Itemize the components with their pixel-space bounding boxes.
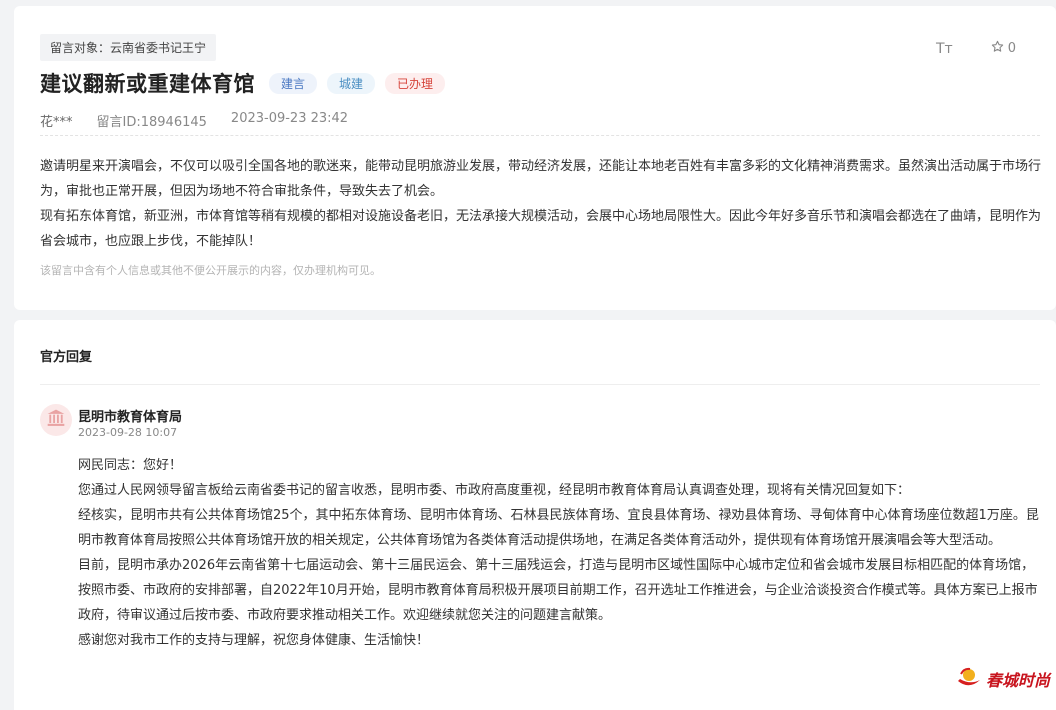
watermark: 春城时尚 [956, 666, 1050, 692]
watermark-text: 春城时尚 [985, 671, 1050, 690]
government-building-icon [46, 408, 66, 432]
favorite-button[interactable]: 0 [991, 40, 1016, 57]
message-title: 建议翻新或重建体育馆 [40, 72, 255, 96]
tag-suggestion[interactable]: 建言 [269, 72, 318, 94]
title-row: 建议翻新或重建体育馆 建言 城建 已办理 [40, 68, 446, 98]
reply-datetime: 2023-09-28 10:07 [78, 426, 178, 439]
sun-logo-icon [956, 666, 982, 692]
tag-urban-construction[interactable]: 城建 [327, 72, 376, 94]
reply-paragraph: 目前，昆明市承办2026年云南省第十七届运动会、第十三届民运会、第十三届残运会，… [78, 558, 1038, 623]
message-meta: 花*** 留言ID:18946145 2023-09-23 23:42 [40, 111, 348, 130]
reply-organization: 昆明市教育体育局 [78, 410, 183, 425]
reply-paragraph: 网民同志：您好！ [78, 458, 183, 473]
privacy-note: 该留言中含有个人信息或其他不便公开展示的内容，仅办理机构可见。 [40, 264, 381, 277]
status-badge: 已办理 [385, 72, 446, 94]
message-card: 留言对象：云南省委书记王宁 Tт 0 建议翻新或重建体育馆 建言 城建 已办理 … [14, 6, 1056, 310]
reply-heading: 官方回复 [40, 350, 93, 365]
message-paragraph: 现有拓东体育馆，新亚洲，市体育馆等稍有规模的都相对设施设备老旧，无法承接大规模活… [40, 209, 1042, 249]
message-author: 花*** [40, 115, 73, 130]
font-size-button[interactable]: Tт [936, 41, 953, 57]
official-reply-card: 官方回复 昆明市教育体育局 2023-09-28 10:07 网民同志：您好！ … [14, 320, 1056, 710]
message-content: 邀请明星来开演唱会，不仅可以吸引全国各地的歌迷来，能带动昆明旅游业发展，带动经济… [40, 154, 1042, 254]
message-paragraph: 邀请明星来开演唱会，不仅可以吸引全国各地的歌迷来，能带动昆明旅游业发展，带动经济… [40, 159, 1042, 199]
message-tools: Tт 0 [936, 40, 1016, 57]
message-datetime: 2023-09-23 23:42 [230, 111, 349, 126]
divider [40, 135, 1040, 136]
reply-paragraph: 感谢您对我市工作的支持与理解，祝您身体健康、生活愉快！ [78, 633, 430, 648]
avatar [40, 404, 72, 436]
favorite-count: 0 [1007, 41, 1016, 56]
font-size-icon: Tт [936, 40, 953, 57]
reply-content: 网民同志：您好！ 您通过人民网领导留言板给云南省委书记的留言收悉，昆明市委、市政… [78, 453, 1042, 653]
reply-paragraph: 您通过人民网领导留言板给云南省委书记的留言收悉，昆明市委、市政府高度重视，经昆明… [78, 483, 911, 498]
star-icon [991, 40, 1004, 57]
message-target: 留言对象：云南省委书记王宁 [40, 34, 217, 61]
reply-paragraph: 经核实，昆明市共有公共体育场馆25个，其中拓东体育场、昆明市体育场、石林县民族体… [78, 508, 1039, 548]
divider [40, 384, 1040, 385]
message-id: 留言ID:18946145 [96, 115, 207, 130]
